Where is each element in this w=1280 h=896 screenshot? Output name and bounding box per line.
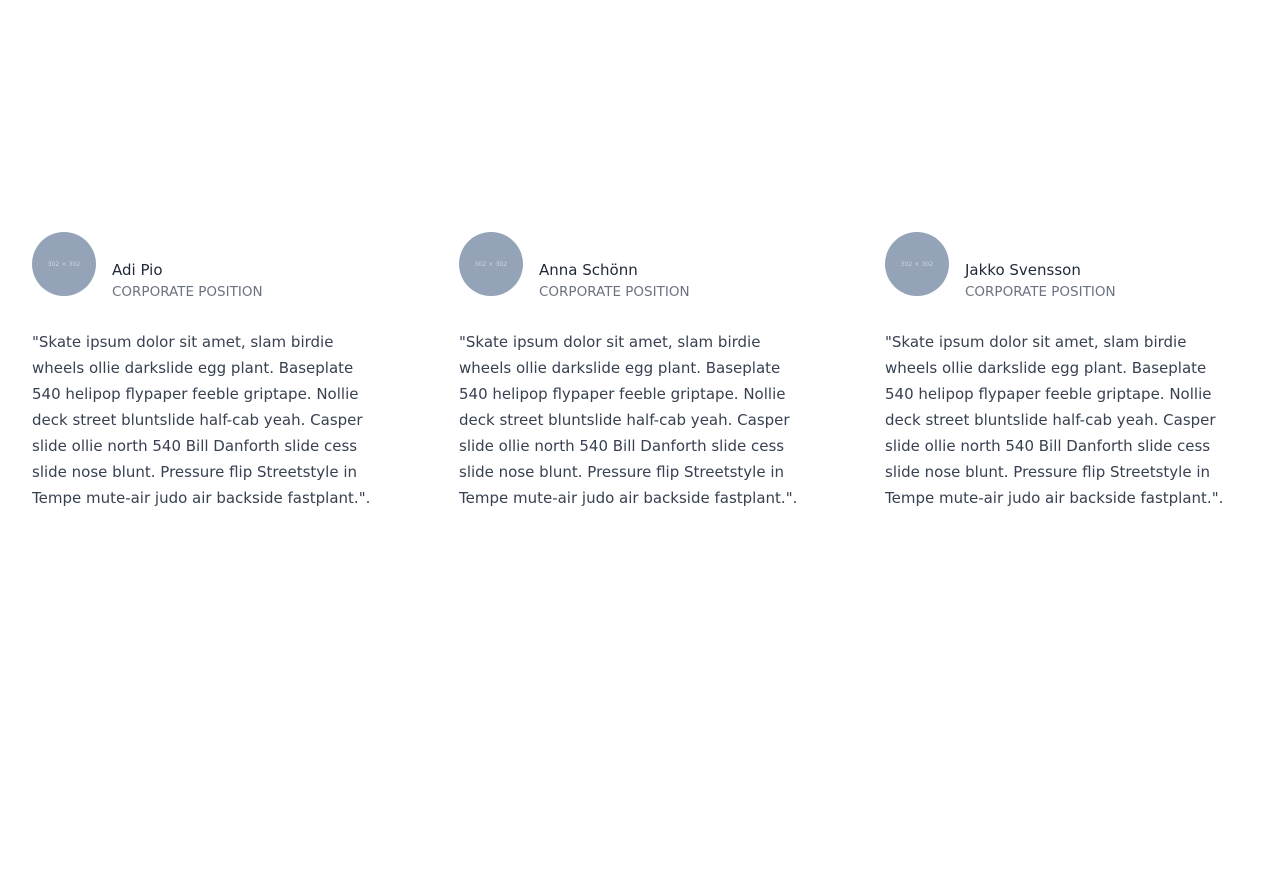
testimonial-header: 302 × 302 Anna Schönn CORPORATE POSITION xyxy=(459,232,819,300)
person-info: Adi Pio CORPORATE POSITION xyxy=(112,232,263,302)
avatar-placeholder-text: 302 × 302 xyxy=(47,260,81,268)
testimonials-section: 302 × 302 Adi Pio CORPORATE POSITION "Sk… xyxy=(0,0,1280,896)
testimonial-card: 302 × 302 Jakko Svensson CORPORATE POSIT… xyxy=(885,232,1245,511)
testimonial-quote: "Skate ipsum dolor sit amet, slam birdie… xyxy=(32,333,371,507)
testimonial-quote: "Skate ipsum dolor sit amet, slam birdie… xyxy=(885,333,1224,507)
person-info: Jakko Svensson CORPORATE POSITION xyxy=(965,232,1116,302)
avatar: 302 × 302 xyxy=(459,232,523,296)
person-name: Adi Pio xyxy=(112,261,163,279)
avatar: 302 × 302 xyxy=(885,232,949,296)
person-info: Anna Schönn CORPORATE POSITION xyxy=(539,232,690,302)
testimonial-header: 302 × 302 Jakko Svensson CORPORATE POSIT… xyxy=(885,232,1245,300)
person-position: CORPORATE POSITION xyxy=(539,284,690,300)
avatar-placeholder-text: 302 × 302 xyxy=(900,260,934,268)
person-name: Anna Schönn xyxy=(539,261,638,279)
testimonial-quote: "Skate ipsum dolor sit amet, slam birdie… xyxy=(459,333,798,507)
person-position: CORPORATE POSITION xyxy=(965,284,1116,300)
avatar-placeholder-text: 302 × 302 xyxy=(474,260,508,268)
testimonial-card: 302 × 302 Adi Pio CORPORATE POSITION "Sk… xyxy=(32,232,392,511)
person-name: Jakko Svensson xyxy=(965,261,1081,279)
testimonial-card: 302 × 302 Anna Schönn CORPORATE POSITION… xyxy=(459,232,819,511)
avatar: 302 × 302 xyxy=(32,232,96,296)
person-position: CORPORATE POSITION xyxy=(112,284,263,300)
testimonial-header: 302 × 302 Adi Pio CORPORATE POSITION xyxy=(32,232,392,300)
